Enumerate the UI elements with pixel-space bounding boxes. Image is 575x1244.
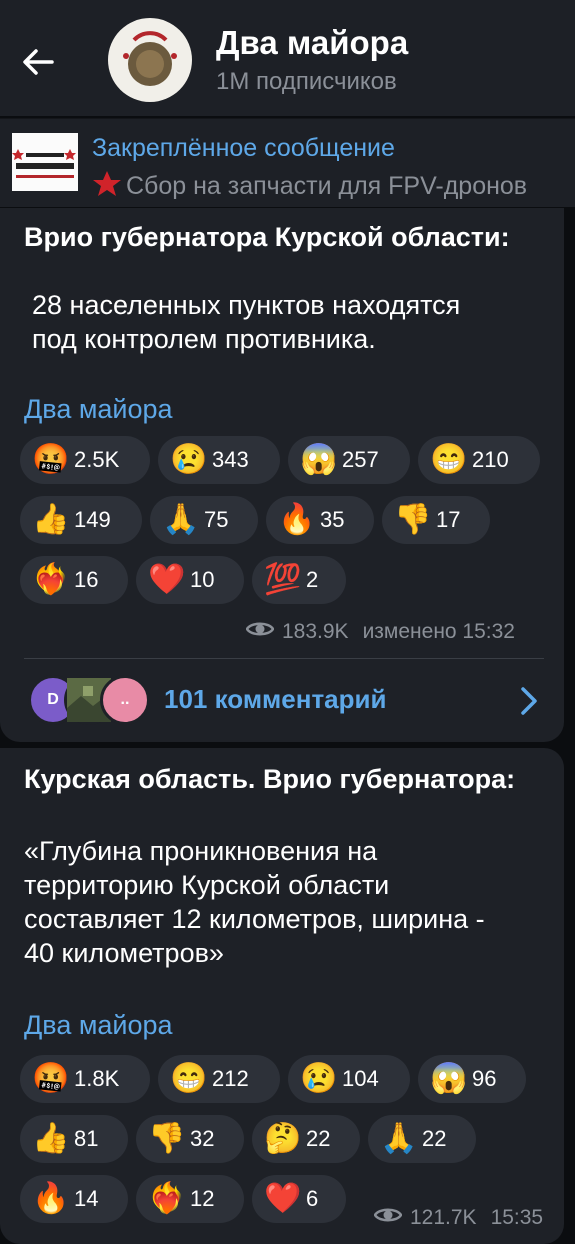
reaction-count: 12: [190, 1186, 215, 1211]
comments-count-label[interactable]: 101 комментарий: [164, 684, 387, 715]
pinned-text[interactable]: Сбор на запчасти для FPV-дронов: [92, 170, 527, 205]
thumbs-up-icon: 👍: [32, 503, 70, 536]
praying-hands-icon: 🙏: [162, 503, 200, 536]
reaction-count: 2.5K: [74, 447, 120, 472]
screaming-face-icon: 😱: [430, 1062, 468, 1095]
reaction-chip[interactable]: 👎 32: [136, 1115, 244, 1163]
pinned-thumbnail: [12, 133, 78, 191]
red-star-icon: [92, 170, 122, 205]
reaction-count: 32: [190, 1126, 215, 1151]
reaction-count: 22: [422, 1126, 447, 1151]
reaction-chip[interactable]: 🤬 1.8K: [20, 1055, 150, 1103]
reaction-count: 96: [472, 1066, 497, 1091]
reaction-chip[interactable]: ❤️‍🔥 12: [136, 1175, 244, 1223]
cursing-face-icon: 🤬: [32, 1062, 70, 1095]
reaction-chip[interactable]: 😁 212: [158, 1055, 280, 1103]
crying-face-icon: 😢: [300, 1062, 338, 1095]
reaction-count: 257: [342, 447, 379, 472]
message-signature[interactable]: Два майора: [24, 394, 173, 425]
reaction-count: 10: [190, 567, 215, 592]
message-time: 15:35: [490, 1206, 544, 1229]
reaction-chip[interactable]: 😢 343: [158, 436, 280, 484]
reaction-count: 35: [320, 507, 345, 532]
message-meta: 121.7K 15:35: [373, 1206, 544, 1230]
channel-title[interactable]: Два майора: [216, 24, 408, 62]
heart-on-fire-icon: ❤️‍🔥: [32, 563, 70, 596]
reaction-count: 75: [204, 507, 229, 532]
reaction-count: 212: [212, 1066, 249, 1091]
reaction-chip[interactable]: 😁 210: [418, 436, 540, 484]
subscriber-count: 1M подписчиков: [216, 68, 397, 95]
reaction-chip[interactable]: 🔥 14: [20, 1175, 128, 1223]
reaction-count: 6: [306, 1186, 319, 1211]
reaction-count: 14: [74, 1186, 99, 1211]
red-heart-icon: ❤️: [264, 1182, 302, 1215]
reaction-chip[interactable]: 😱 96: [418, 1055, 526, 1103]
views-eye-icon: [245, 620, 275, 644]
comments-divider: [24, 658, 544, 659]
fire-icon: 🔥: [278, 503, 316, 536]
crying-face-icon: 😢: [170, 443, 208, 476]
reaction-count: 104: [342, 1066, 379, 1091]
reaction-chip[interactable]: ❤️ 10: [136, 556, 244, 604]
reaction-count: 343: [212, 447, 249, 472]
message-heading: Курская область. Врио губернатора:: [24, 764, 516, 794]
message-heading: Врио губернатора Курской области:: [24, 222, 510, 252]
grinning-face-icon: 😁: [170, 1062, 208, 1095]
channel-avatar[interactable]: [108, 18, 192, 102]
thinking-face-icon: 🤔: [264, 1122, 302, 1155]
reaction-chip[interactable]: 👎 17: [382, 496, 490, 544]
reaction-chip[interactable]: 😱 257: [288, 436, 410, 484]
reaction-chip[interactable]: 🙏 75: [150, 496, 258, 544]
message-signature[interactable]: Два майора: [24, 1010, 173, 1041]
reaction-chip[interactable]: 👍 149: [20, 496, 142, 544]
reaction-chip[interactable]: ❤️‍🔥 16: [20, 556, 128, 604]
grinning-face-icon: 😁: [430, 443, 468, 476]
reaction-chip[interactable]: 😢 104: [288, 1055, 410, 1103]
screaming-face-icon: 😱: [300, 443, 338, 476]
message-time: изменено 15:32: [362, 620, 515, 643]
reaction-count: 1.8K: [74, 1066, 120, 1091]
reaction-count: 149: [74, 507, 111, 532]
reaction-chip[interactable]: 🤔 22: [252, 1115, 360, 1163]
reaction-chip[interactable]: 🔥 35: [266, 496, 374, 544]
thumbs-down-icon: 👎: [394, 503, 432, 536]
reaction-chip[interactable]: 🤬 2.5K: [20, 436, 150, 484]
reaction-count: 210: [472, 447, 509, 472]
red-heart-icon: ❤️: [148, 563, 186, 596]
reaction-chip[interactable]: 👍 81: [20, 1115, 128, 1163]
thumbs-up-icon: 👍: [32, 1122, 70, 1155]
commenter-avatar: ..: [100, 675, 150, 725]
message-body: 28 населенных пунктов находятся под конт…: [32, 290, 461, 354]
message-bubble[interactable]: [0, 748, 564, 1244]
views-count: 121.7K: [410, 1206, 477, 1229]
message-meta: 183.9K изменено 15:32: [245, 620, 515, 644]
chevron-right-icon[interactable]: [518, 686, 540, 721]
hundred-points-icon: 💯: [264, 563, 302, 596]
reaction-chip[interactable]: 💯 2: [252, 556, 346, 604]
views-count: 183.9K: [282, 620, 349, 643]
back-arrow-icon[interactable]: [14, 38, 62, 86]
message-body: «Глубина проникновения на территорию Кур…: [24, 836, 485, 968]
heart-on-fire-icon: ❤️‍🔥: [148, 1182, 186, 1215]
chat-header: Два майора 1M подписчиков: [0, 0, 575, 116]
pinned-title[interactable]: Закреплённое сообщение: [92, 134, 395, 163]
thumbs-down-icon: 👎: [148, 1122, 186, 1155]
reaction-count: 81: [74, 1126, 99, 1151]
reaction-count: 2: [306, 567, 319, 592]
reaction-count: 16: [74, 567, 99, 592]
cursing-face-icon: 🤬: [32, 443, 70, 476]
reaction-count: 22: [306, 1126, 331, 1151]
fire-icon: 🔥: [32, 1182, 70, 1215]
praying-hands-icon: 🙏: [380, 1122, 418, 1155]
views-eye-icon: [373, 1206, 403, 1230]
reaction-chip[interactable]: ❤️ 6: [252, 1175, 346, 1223]
reaction-count: 17: [436, 507, 461, 532]
pinned-text-label: Сбор на запчасти для FPV-дронов: [126, 172, 528, 200]
reaction-chip[interactable]: 🙏 22: [368, 1115, 476, 1163]
